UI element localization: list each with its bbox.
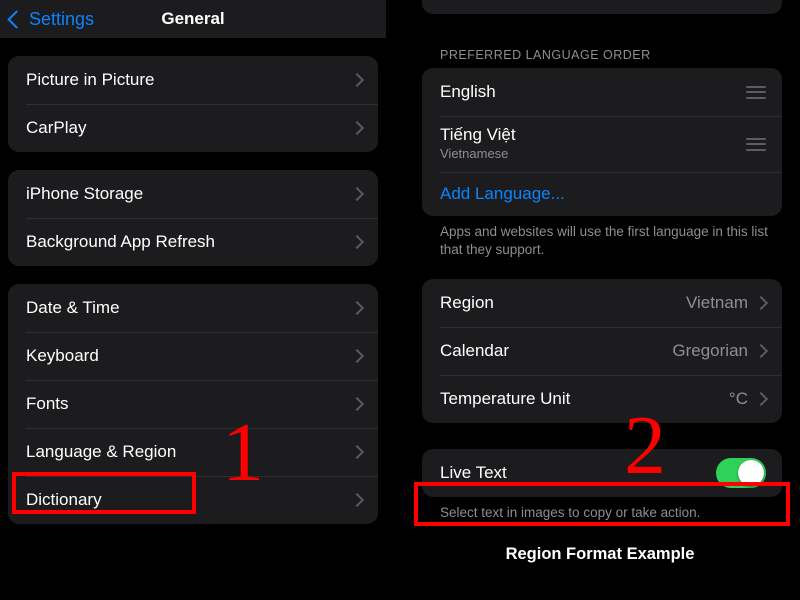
row-label: Fonts (26, 394, 69, 413)
row-label: Dictionary (26, 490, 102, 509)
settings-row-calendar[interactable]: Calendar Gregorian (422, 327, 782, 375)
settings-row-carplay[interactable]: CarPlay (8, 104, 378, 152)
chevron-right-icon (349, 396, 365, 412)
add-language-label: Add Language... (440, 184, 565, 203)
row-label: iPhone Storage (26, 184, 144, 203)
chevron-right-icon (349, 300, 365, 316)
row-label: Keyboard (26, 346, 99, 365)
chevron-left-icon (7, 9, 26, 29)
navigation-bar: Settings General (0, 0, 386, 38)
settings-row-keyboard[interactable]: Keyboard (8, 332, 378, 380)
language-order-card: English Tiếng Việt Vietnamese Add Langua… (422, 68, 782, 216)
panel-divider (386, 0, 400, 600)
partially-visible-top-card (422, 0, 782, 14)
language-english-name: Vietnamese (440, 145, 509, 161)
live-text-card: Live Text (422, 449, 782, 498)
chevron-right-icon (753, 392, 769, 407)
back-button-label: Settings (29, 8, 95, 29)
section-header-preferred-language-order: PREFERRED LANGUAGE ORDER (440, 48, 651, 62)
row-label: Region (440, 293, 494, 313)
settings-row-fonts[interactable]: Fonts (8, 380, 378, 428)
screenshot-root: Settings General Picture in Picture CarP… (0, 0, 800, 600)
language-row-english[interactable]: English (422, 68, 782, 116)
right-phone-screen: PREFERRED LANGUAGE ORDER English Tiếng V… (400, 0, 800, 600)
row-label: Live Text (440, 463, 507, 483)
left-phone-screen: Settings General Picture in Picture CarP… (0, 0, 386, 600)
row-label: Language & Region (26, 442, 177, 461)
language-native-name: Tiếng Việt (440, 125, 516, 145)
language-native-name: English (440, 82, 496, 102)
toggle-knob (738, 460, 764, 487)
language-labels: English (440, 82, 746, 102)
row-label: Picture in Picture (26, 70, 155, 89)
chevron-right-icon (349, 348, 365, 364)
row-label: Calendar (440, 341, 509, 361)
row-label: Temperature Unit (440, 389, 571, 409)
settings-row-temperature-unit[interactable]: Temperature Unit °C (422, 375, 782, 423)
row-label: Background App Refresh (26, 232, 216, 251)
row-value: Vietnam (685, 293, 748, 313)
settings-row-date-and-time[interactable]: Date & Time (8, 284, 378, 332)
chevron-right-icon (349, 186, 365, 202)
chevron-right-icon (349, 444, 365, 460)
settings-row-language-and-region[interactable]: Language & Region (8, 428, 378, 476)
row-value: °C (728, 389, 748, 409)
language-labels: Tiếng Việt Vietnamese (440, 125, 746, 162)
drag-handle-icon[interactable] (746, 137, 766, 151)
back-to-settings-button[interactable]: Settings (7, 8, 95, 30)
chevron-right-icon (349, 492, 365, 508)
chevron-right-icon (349, 120, 365, 136)
row-label: CarPlay (26, 118, 87, 137)
settings-row-iphone-storage[interactable]: iPhone Storage (8, 170, 378, 218)
region-format-example-header: Region Format Example (505, 544, 695, 563)
settings-row-background-app-refresh[interactable]: Background App Refresh (8, 218, 378, 266)
chevron-right-icon (753, 296, 769, 311)
settings-group-localization: Date & Time Keyboard Fonts Language & Re… (8, 284, 378, 524)
chevron-right-icon (349, 234, 365, 250)
settings-row-live-text[interactable]: Live Text (422, 449, 782, 497)
add-language-button[interactable]: Add Language... (422, 172, 782, 216)
row-label: Date & Time (26, 298, 120, 317)
settings-group-storage: iPhone Storage Background App Refresh (8, 170, 378, 266)
chevron-right-icon (349, 72, 365, 88)
settings-row-picture-in-picture[interactable]: Picture in Picture (8, 56, 378, 104)
live-text-toggle[interactable] (716, 458, 766, 489)
live-text-footnote: Select text in images to copy or take ac… (440, 505, 701, 521)
language-order-footnote: Apps and websites will use the first lan… (440, 224, 768, 258)
settings-row-dictionary[interactable]: Dictionary (8, 476, 378, 524)
drag-handle-icon[interactable] (746, 85, 766, 99)
settings-group-media: Picture in Picture CarPlay (8, 56, 378, 152)
region-settings-card: Region Vietnam Calendar Gregorian Temper… (422, 279, 782, 424)
settings-row-region[interactable]: Region Vietnam (422, 279, 782, 327)
language-row-vietnamese[interactable]: Tiếng Việt Vietnamese (422, 116, 782, 172)
chevron-right-icon (753, 344, 769, 359)
row-value: Gregorian (672, 341, 748, 361)
